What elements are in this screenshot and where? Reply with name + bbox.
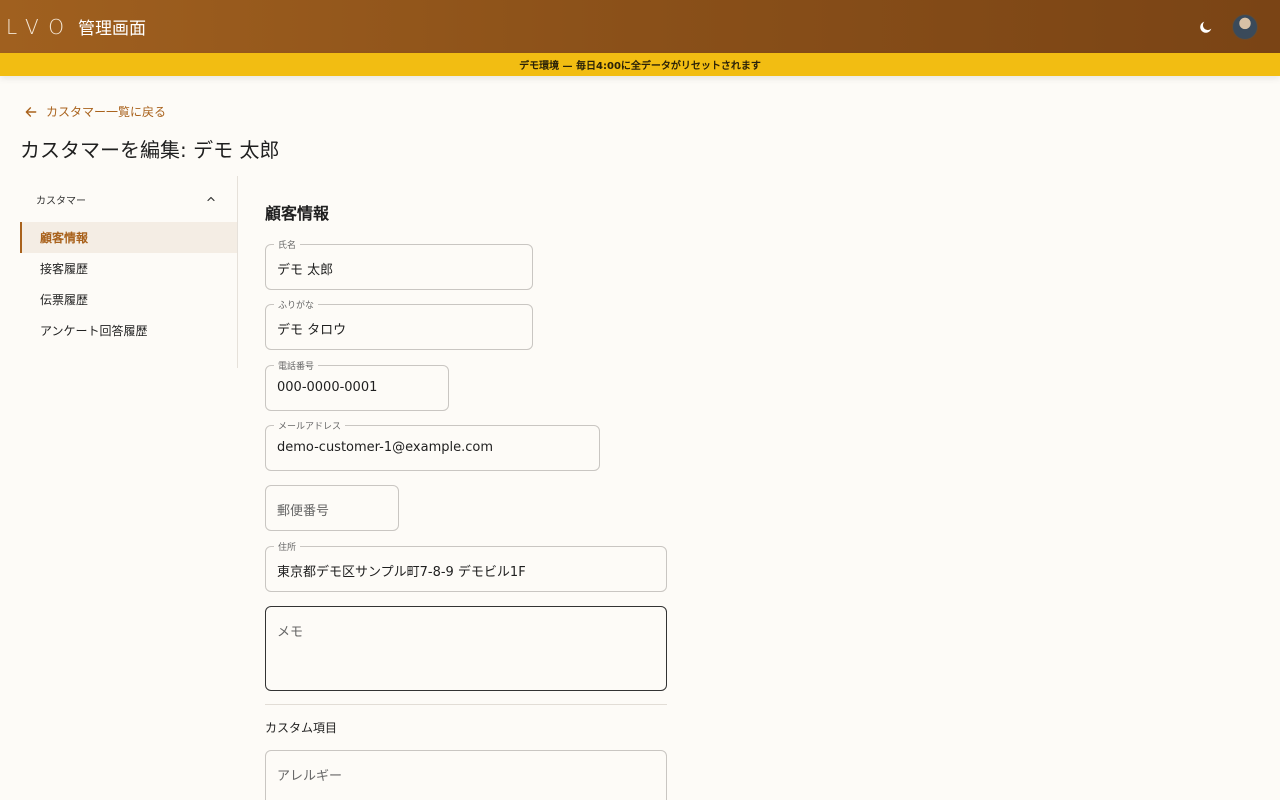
theme-toggle-button[interactable]	[1192, 13, 1220, 41]
app-title: 管理画面	[78, 19, 147, 39]
name-field[interactable]: 氏名 デモ 太郎	[265, 238, 533, 290]
phone-field-label: 電話番号	[274, 359, 319, 372]
user-avatar[interactable]	[1232, 13, 1258, 40]
sidebar-group-label: カスタマー	[36, 195, 86, 207]
email-field-label: メールアドレス	[274, 419, 346, 432]
postal-code-field[interactable]: 郵便番号	[265, 485, 399, 531]
back-to-customer-list-link[interactable]: カスタマー一覧に戻る	[24, 103, 166, 120]
back-link-label: カスタマー一覧に戻る	[46, 105, 167, 119]
kana-field-label: ふりがな	[274, 298, 319, 311]
sidebar-item-label: 伝票履歴	[40, 293, 89, 307]
section-title: 顧客情報	[265, 204, 330, 223]
appbar-actions	[1192, 13, 1258, 41]
name-field-label: 氏名	[274, 238, 301, 251]
page-title: カスタマーを編集: デモ 太郎	[20, 138, 280, 162]
address-field-value: 東京都デモ区サンプル町7-8-9 デモビル1F	[277, 565, 526, 580]
sidebar-item-label: 顧客情報	[40, 231, 89, 245]
app-bar: LVO 管理画面	[0, 0, 1280, 53]
address-field[interactable]: 住所 東京都デモ区サンプル町7-8-9 デモビル1F	[265, 540, 667, 592]
allergy-placeholder: アレルギー	[277, 769, 343, 784]
memo-placeholder: メモ	[277, 625, 304, 640]
sidebar: カスタマー 顧客情報 接客履歴 伝票履歴 アンケート回答履歴	[20, 176, 238, 368]
kana-field-value: デモ タロウ	[277, 323, 347, 338]
sidebar-item-label: 接客履歴	[40, 262, 89, 276]
email-field[interactable]: メールアドレス demo-customer-1@example.com	[265, 419, 600, 471]
moon-icon	[1200, 21, 1212, 33]
custom-fields-title: カスタム項目	[265, 721, 338, 735]
chevron-up-icon	[207, 196, 215, 202]
allergy-field[interactable]: アレルギー	[265, 750, 667, 800]
name-field-value: デモ 太郎	[277, 263, 334, 278]
email-field-value: demo-customer-1@example.com	[277, 440, 493, 455]
demo-banner: デモ環境 — 毎日4:00に全データがリセットされます	[0, 53, 1280, 76]
arrow-left-icon	[25, 106, 37, 117]
sidebar-item-customer-info[interactable]: 顧客情報	[20, 222, 237, 253]
sidebar-item-slip-history[interactable]: 伝票履歴	[20, 284, 237, 315]
sidebar-item-service-history[interactable]: 接客履歴	[20, 253, 237, 284]
phone-field-value: 000-0000-0001	[277, 380, 378, 395]
brand-logo[interactable]: LVO	[6, 15, 74, 39]
memo-textarea[interactable]: メモ	[265, 606, 667, 691]
address-field-label: 住所	[274, 540, 301, 553]
sidebar-group-customer[interactable]: カスタマー	[20, 176, 237, 222]
sidebar-item-survey-history[interactable]: アンケート回答履歴	[20, 315, 237, 346]
sidebar-item-label: アンケート回答履歴	[40, 324, 148, 338]
phone-field[interactable]: 電話番号 000-0000-0001	[265, 359, 449, 411]
section-divider	[265, 704, 667, 705]
kana-field[interactable]: ふりがな デモ タロウ	[265, 298, 533, 350]
postal-code-placeholder: 郵便番号	[277, 504, 330, 519]
